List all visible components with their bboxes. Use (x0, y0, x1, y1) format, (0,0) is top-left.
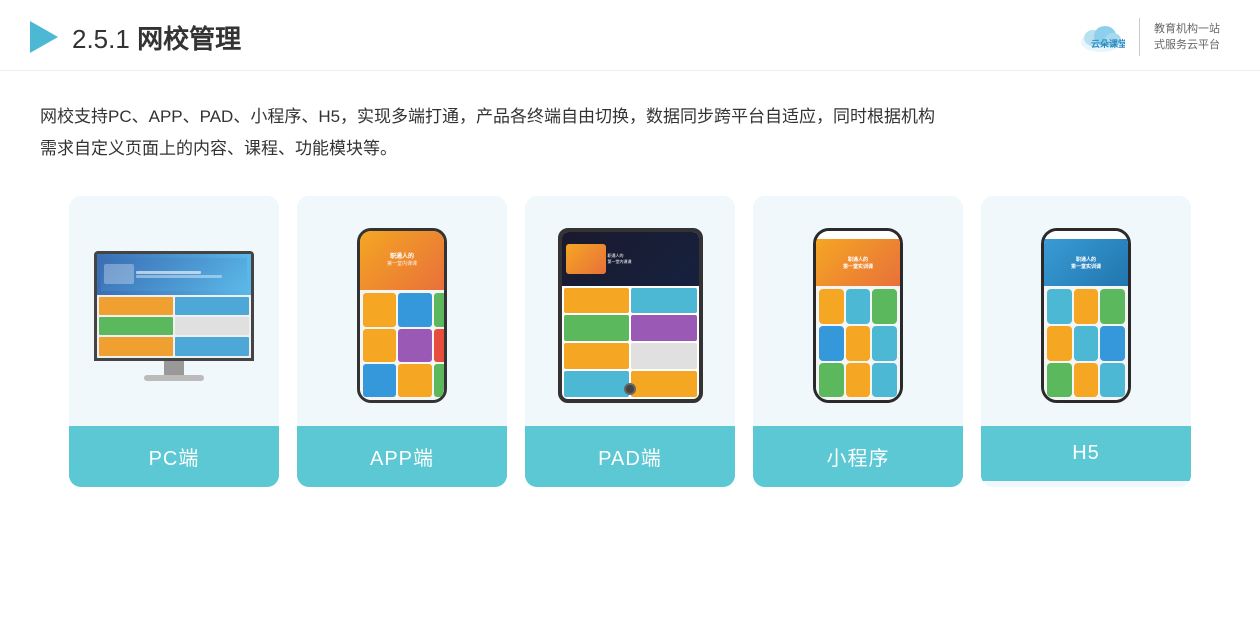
header-left: 2.5.1 网校管理 (30, 19, 241, 56)
page: 2.5.1 网校管理 云朵课堂 教育机构一站 式服务云平台 (0, 0, 1260, 630)
header: 2.5.1 网校管理 云朵课堂 教育机构一站 式服务云平台 (0, 0, 1260, 71)
card-h5: 职通人的 第一堂实训课 (981, 196, 1191, 487)
miniprogram-phone-mockup: 职通人的 第一堂实训课 (813, 228, 903, 403)
description-line2: 需求自定义页面上的内容、课程、功能模块等。 (40, 133, 1220, 165)
cards-section: PC端 职通人的 第一堂内课课 (0, 186, 1260, 507)
logo-divider (1139, 18, 1140, 56)
card-app-label: APP端 (297, 426, 507, 487)
card-pad: 职通人的 第一堂内课课 (525, 196, 735, 487)
monitor-mockup (94, 251, 254, 381)
h5-screen: 职通人的 第一堂实训课 (1044, 231, 1128, 400)
card-pad-image: 职通人的 第一堂内课课 (525, 196, 735, 426)
card-pad-label: PAD端 (525, 426, 735, 487)
miniprogram-screen: 职通人的 第一堂实训课 (816, 231, 900, 400)
logo-triangle-icon (30, 21, 58, 53)
description-line1: 网校支持PC、APP、PAD、小程序、H5，实现多端打通，产品各终端自由切换，数… (40, 101, 1220, 133)
tablet-home-button (624, 383, 636, 395)
card-miniprogram-image: 职通人的 第一堂实训课 (753, 196, 963, 426)
card-app: 职通人的 第一堂内课课 (297, 196, 507, 487)
h5-phone-mockup: 职通人的 第一堂实训课 (1041, 228, 1131, 403)
tablet-mockup: 职通人的 第一堂内课课 (558, 228, 703, 403)
svg-text:云朵课堂: 云朵课堂 (1091, 38, 1125, 49)
description-block: 网校支持PC、APP、PAD、小程序、H5，实现多端打通，产品各终端自由切换，数… (0, 71, 1260, 186)
phone-mockup: 职通人的 第一堂内课课 (357, 228, 447, 403)
card-h5-image: 职通人的 第一堂实训课 (981, 196, 1191, 426)
card-pc-label: PC端 (69, 426, 279, 487)
brand-slogan-group: 教育机构一站 式服务云平台 (1154, 21, 1220, 54)
brand-logo: 云朵课堂 教育机构一站 式服务云平台 (1077, 18, 1220, 56)
card-app-image: 职通人的 第一堂内课课 (297, 196, 507, 426)
cloud-logo-icon: 云朵课堂 (1077, 20, 1125, 54)
page-title: 2.5.1 网校管理 (72, 19, 241, 56)
brand-slogan-line2: 式服务云平台 (1154, 37, 1220, 54)
monitor-screen (94, 251, 254, 361)
card-miniprogram-label: 小程序 (753, 426, 963, 487)
phone-body: 职通人的 第一堂内课课 (357, 228, 447, 403)
tablet-screen: 职通人的 第一堂内课课 (562, 232, 699, 399)
card-pc: PC端 (69, 196, 279, 487)
card-miniprogram: 职通人的 第一堂实训课 (753, 196, 963, 487)
card-h5-label: H5 (981, 426, 1191, 481)
tablet-body: 职通人的 第一堂内课课 (558, 228, 703, 403)
card-pc-image (69, 196, 279, 426)
header-right: 云朵课堂 教育机构一站 式服务云平台 (1077, 18, 1220, 56)
brand-slogan-line1: 教育机构一站 (1154, 21, 1220, 38)
phone-screen: 职通人的 第一堂内课课 (360, 231, 444, 400)
